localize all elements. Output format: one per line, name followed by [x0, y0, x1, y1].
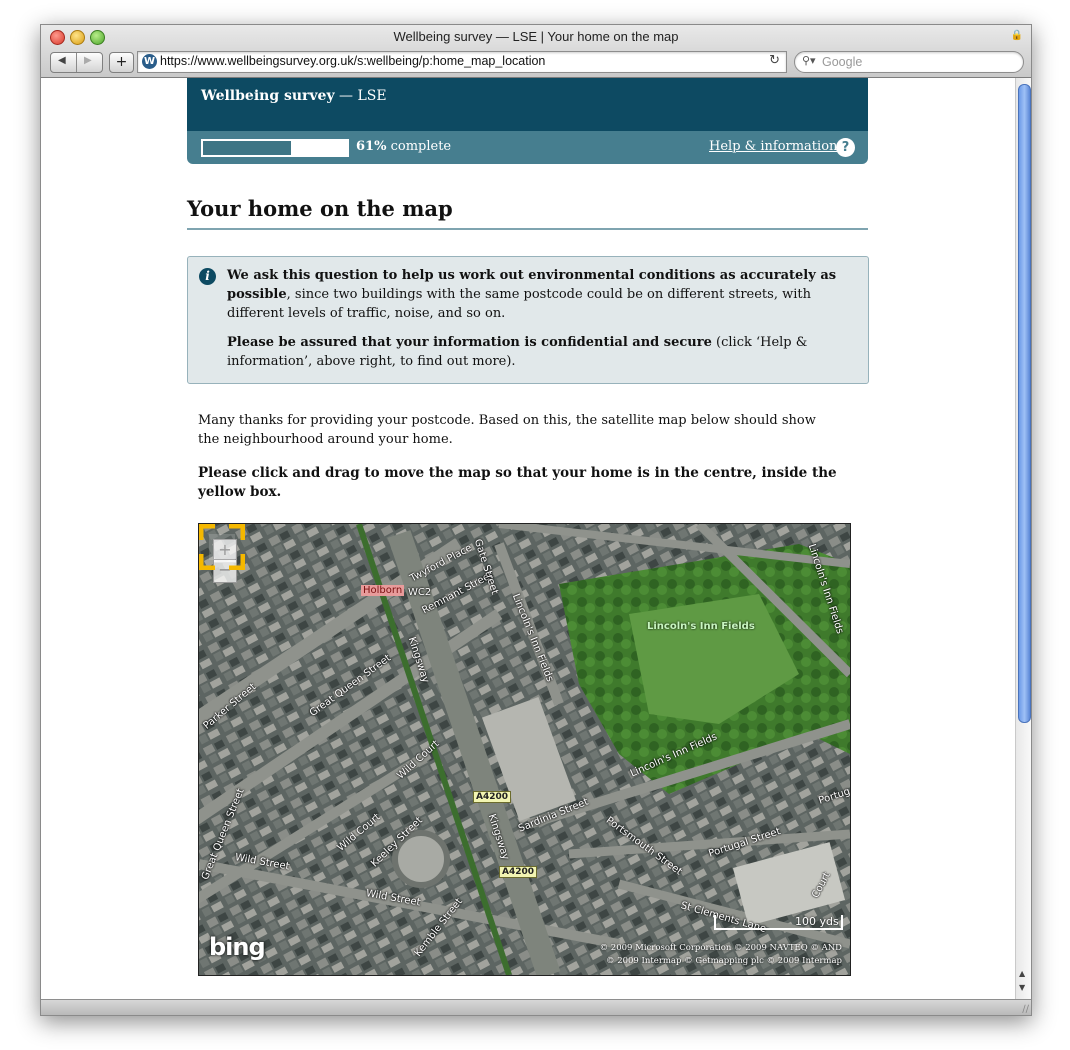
add-bookmark-button[interactable]: +	[109, 52, 134, 73]
map-imagery[interactable]	[199, 524, 850, 975]
search-placeholder: Google	[822, 55, 863, 69]
lock-icon: 🔒	[1010, 30, 1023, 41]
map-label-holborn: Holborn	[361, 585, 405, 596]
brand-org: — LSE	[334, 88, 387, 104]
progress-suffix: complete	[386, 139, 452, 154]
progress-value: 61%	[356, 139, 387, 154]
resize-grip-icon[interactable]: ∕∕	[1022, 1004, 1029, 1015]
progress-label: 61% complete	[356, 139, 451, 154]
vertical-scrollbar[interactable]: ▲ ▼	[1015, 78, 1031, 999]
search-field[interactable]: ⚲▾ Google	[794, 51, 1024, 73]
progress-strip: 61% complete Help & information ?	[187, 131, 868, 164]
map-road-tag-a4200-1: A4200	[473, 791, 512, 803]
url-text[interactable]: https://www.wellbeingsurvey.org.uk/s:wel…	[160, 54, 545, 68]
info-text-1: , since two buildings with the same post…	[227, 287, 811, 321]
map-road-tag-a4200-2: A4200	[499, 866, 538, 878]
instruction-text: Please click and drag to move the map so…	[198, 465, 837, 500]
info-paragraph-1: We ask this question to help us work out…	[227, 266, 842, 323]
home-location-marker	[199, 524, 245, 570]
scroll-down-icon[interactable]: ▼	[1019, 983, 1025, 992]
title-bar: Wellbeing survey — LSE | Your home on th…	[41, 25, 1031, 78]
history-nav: ◀ ▶	[50, 52, 103, 73]
info-bold-2: Please be assured that your information …	[227, 335, 712, 350]
search-icon[interactable]: ⚲▾	[802, 54, 816, 67]
help-information-link[interactable]: Help & information	[709, 139, 837, 154]
page-title: Your home on the map	[187, 196, 453, 221]
map-label-lincolns-inn-fields-park: Lincoln's Inn Fields	[647, 621, 755, 632]
map-copyright-line-2: © 2009 Intermap © Getmapping plc © 2009 …	[606, 956, 842, 966]
site-header: Wellbeing survey — LSE	[187, 78, 868, 131]
progress-bar	[201, 139, 349, 157]
map-copyright: © 2009 Microsoft Corporation © 2009 NAVT…	[584, 942, 842, 968]
forward-icon[interactable]: ▶	[84, 55, 92, 66]
brand-name: Wellbeing survey	[201, 88, 335, 104]
nav-divider	[76, 53, 77, 72]
satellite-map[interactable]: + − Holborn WC2 Twyford Place Remnant St…	[198, 523, 851, 976]
address-bar[interactable]: W https://www.wellbeingsurvey.org.uk/s:w…	[137, 51, 787, 73]
title-divider	[187, 228, 868, 230]
reload-icon[interactable]: ↻	[769, 53, 780, 68]
map-label-wc2: WC2	[408, 587, 432, 598]
page-viewport: Wellbeing survey — LSE 61% complete Help…	[41, 78, 1015, 999]
status-bar: ∕∕	[41, 999, 1031, 1015]
bing-logo: bing	[209, 933, 266, 961]
info-paragraph-2: Please be assured that your information …	[227, 333, 842, 371]
help-question-icon[interactable]: ?	[836, 138, 855, 157]
info-icon: i	[199, 268, 216, 285]
scroll-up-icon[interactable]: ▲	[1019, 969, 1025, 978]
browser-window: Wellbeing survey — LSE | Your home on th…	[40, 24, 1032, 1016]
info-box: i We ask this question to help us work o…	[187, 256, 869, 384]
map-copyright-line-1: © 2009 Microsoft Corporation © 2009 NAVT…	[599, 943, 842, 953]
window-title: Wellbeing survey — LSE | Your home on th…	[393, 29, 679, 44]
scrollbar-thumb[interactable]	[1018, 84, 1031, 723]
site-favicon: W	[142, 54, 157, 69]
intro-text: Many thanks for providing your postcode.…	[198, 413, 816, 447]
progress-fill	[203, 141, 291, 155]
site-brand: Wellbeing survey — LSE	[201, 88, 387, 104]
back-icon[interactable]: ◀	[58, 55, 66, 66]
map-scale-label: 100 yds	[795, 915, 839, 928]
